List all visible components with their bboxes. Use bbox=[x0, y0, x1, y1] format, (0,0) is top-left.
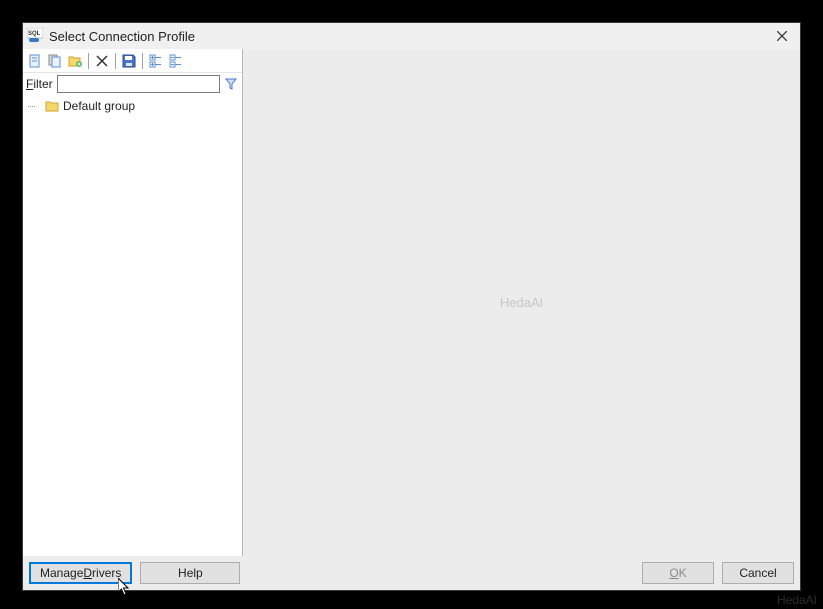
app-icon: SQL bbox=[27, 28, 43, 44]
folder-icon bbox=[45, 99, 59, 113]
tree-connector: ···· bbox=[27, 101, 41, 111]
toolbar bbox=[23, 49, 242, 73]
titlebar: SQL Select Connection Profile bbox=[23, 23, 800, 49]
filter-row: Filter bbox=[23, 73, 242, 95]
collapse-all-button[interactable] bbox=[167, 52, 185, 70]
funnel-icon bbox=[224, 77, 238, 91]
toolbar-separator bbox=[88, 53, 89, 69]
button-row: Manage Drivers Help OK Cancel bbox=[23, 556, 800, 590]
folder-plus-icon bbox=[67, 53, 83, 69]
svg-text:SQL: SQL bbox=[28, 31, 41, 37]
cancel-button[interactable]: Cancel bbox=[722, 562, 794, 584]
help-button[interactable]: Help bbox=[140, 562, 240, 584]
copy-profile-icon bbox=[47, 53, 63, 69]
main-row: Filter bbox=[23, 49, 800, 556]
toolbar-separator bbox=[115, 53, 116, 69]
profile-tree[interactable]: ···· Default group bbox=[23, 95, 242, 556]
delete-icon bbox=[95, 54, 109, 68]
tree-item-default-group[interactable]: ···· Default group bbox=[27, 98, 238, 114]
watermark: HedaAI bbox=[500, 295, 543, 310]
expand-all-button[interactable] bbox=[147, 52, 165, 70]
detail-panel: HedaAI bbox=[243, 49, 800, 556]
new-profile-button[interactable] bbox=[26, 52, 44, 70]
save-button[interactable] bbox=[120, 52, 138, 70]
dialog-window: SQL Select Connection Profile bbox=[22, 22, 801, 591]
save-icon bbox=[121, 53, 137, 69]
window-title: Select Connection Profile bbox=[49, 29, 195, 44]
manage-drivers-button[interactable]: Manage Drivers bbox=[29, 562, 132, 584]
delete-button[interactable] bbox=[93, 52, 111, 70]
tree-item-label: Default group bbox=[63, 99, 135, 113]
client-area: Filter bbox=[23, 49, 800, 590]
new-group-button[interactable] bbox=[66, 52, 84, 70]
toolbar-separator bbox=[142, 53, 143, 69]
apply-filter-button[interactable] bbox=[224, 76, 238, 92]
close-button[interactable] bbox=[768, 25, 796, 47]
new-profile-icon bbox=[27, 53, 43, 69]
corner-watermark: HedaAI bbox=[777, 593, 817, 607]
expand-all-icon bbox=[148, 53, 164, 69]
collapse-all-icon bbox=[168, 53, 184, 69]
filter-label: Filter bbox=[26, 77, 53, 91]
filter-input[interactable] bbox=[57, 75, 220, 93]
close-icon bbox=[777, 31, 787, 41]
copy-profile-button[interactable] bbox=[46, 52, 64, 70]
ok-button[interactable]: OK bbox=[642, 562, 714, 584]
left-panel: Filter bbox=[23, 49, 243, 556]
